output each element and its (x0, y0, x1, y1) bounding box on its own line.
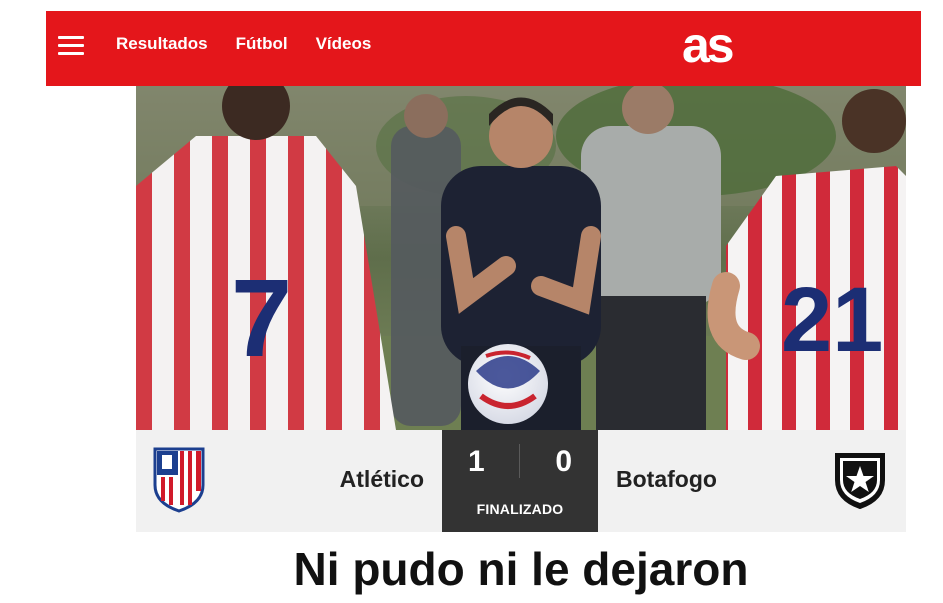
as-logo[interactable]: as (682, 15, 735, 75)
home-team-name[interactable]: Atlético (340, 466, 424, 493)
match-scoreboard[interactable]: Atlético 1 0 FINALIZADO Botafogo (136, 430, 906, 532)
jersey-number-21: 21 (781, 269, 883, 371)
nav-link-futbol[interactable]: Fútbol (236, 33, 288, 55)
match-status: FINALIZADO (476, 501, 564, 517)
main-nav: Resultados Fútbol Vídeos (116, 33, 371, 55)
away-score: 0 (555, 445, 572, 478)
nav-link-resultados[interactable]: Resultados (116, 33, 208, 55)
score-divider (519, 444, 520, 478)
atletico-madrid-crest-icon (153, 447, 205, 513)
score-box: 1 0 FINALIZADO (442, 430, 598, 532)
site-header: Resultados Fútbol Vídeos as (46, 11, 921, 86)
nav-link-videos[interactable]: Vídeos (316, 33, 372, 55)
botafogo-crest-icon (832, 450, 888, 510)
away-team-name[interactable]: Botafogo (616, 466, 717, 493)
article-headline[interactable]: Ni pudo ni le dejaron (136, 538, 906, 600)
hero-image[interactable]: 7 21 (136, 86, 906, 430)
jersey-number-7: 7 (231, 257, 292, 380)
home-score: 1 (468, 445, 485, 478)
menu-icon[interactable] (58, 36, 84, 56)
